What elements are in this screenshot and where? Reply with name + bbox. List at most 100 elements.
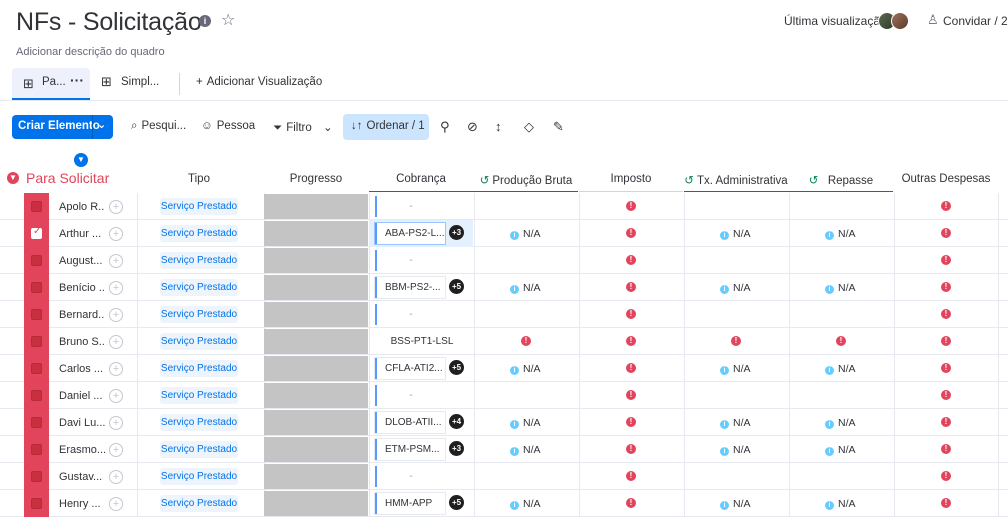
sort-button[interactable]: ↓↑ Ordenar / 1 xyxy=(343,114,429,140)
warning-icon[interactable]: ! xyxy=(941,255,951,265)
formula-value[interactable]: i N/A xyxy=(510,498,541,510)
formula-value[interactable]: i N/A xyxy=(510,282,541,294)
warning-icon[interactable]: ! xyxy=(941,228,951,238)
formula-value[interactable]: i N/A xyxy=(825,363,856,375)
add-update-icon[interactable]: + xyxy=(109,389,123,403)
invite-button[interactable]: Convidar / 2 xyxy=(943,14,1008,28)
table-row[interactable]: Carlos ... + Serviço Prestado CFLA-ATI2... +… xyxy=(0,355,1008,382)
formula-value[interactable]: i N/A xyxy=(510,363,541,375)
more-items-badge[interactable]: +3 xyxy=(449,225,464,240)
column-header-repasse[interactable]: ↺ Repasse xyxy=(789,173,893,187)
edit-icon[interactable]: ✎ xyxy=(553,119,564,135)
warning-icon[interactable]: ! xyxy=(626,201,636,211)
tipo-cell[interactable]: Serviço Prestado xyxy=(160,468,238,485)
warning-icon[interactable]: ! xyxy=(626,417,636,427)
search-button[interactable]: ⌕ Pesqui... xyxy=(131,120,186,133)
warning-icon[interactable]: ! xyxy=(626,444,636,454)
warning-icon[interactable]: ! xyxy=(626,498,636,508)
info-icon[interactable]: i xyxy=(199,15,211,27)
add-update-icon[interactable]: + xyxy=(109,470,123,484)
row-checkbox[interactable] xyxy=(31,282,42,293)
add-update-icon[interactable]: + xyxy=(109,254,123,268)
tipo-cell[interactable]: Serviço Prestado xyxy=(160,279,238,296)
warning-icon[interactable]: ! xyxy=(521,336,531,346)
table-row[interactable]: Erasmo... + Serviço Prestado ETM-PSM... +3 i N… xyxy=(0,436,1008,463)
row-checkbox[interactable] xyxy=(31,336,42,347)
progress-cell[interactable] xyxy=(264,221,368,246)
add-view-button[interactable]: + Adicionar Visualização xyxy=(196,76,322,88)
tipo-cell[interactable]: Serviço Prestado xyxy=(160,198,238,215)
warning-icon[interactable]: ! xyxy=(626,390,636,400)
cobranca-cell[interactable]: - xyxy=(375,466,445,487)
tipo-cell[interactable]: Serviço Prestado xyxy=(160,495,238,512)
tipo-cell[interactable]: Serviço Prestado xyxy=(160,225,238,242)
progress-cell[interactable] xyxy=(264,329,368,354)
table-row[interactable]: Henry ... + Serviço Prestado HMM-APP +5 i N/A!… xyxy=(0,490,1008,517)
tipo-cell[interactable]: Serviço Prestado xyxy=(160,306,238,323)
table-row[interactable]: August... + Serviço Prestado -!! xyxy=(0,247,1008,274)
progress-cell[interactable] xyxy=(264,464,368,489)
add-update-icon[interactable]: + xyxy=(109,443,123,457)
formula-value[interactable]: i N/A xyxy=(510,417,541,429)
warning-icon[interactable]: ! xyxy=(941,336,951,346)
item-name[interactable]: Bernard... xyxy=(59,309,105,321)
item-name[interactable]: Erasmo... xyxy=(59,444,105,456)
warning-icon[interactable]: ! xyxy=(941,363,951,373)
formula-value[interactable]: i N/A xyxy=(720,228,751,240)
table-row[interactable]: Daniel ... + Serviço Prestado -!! xyxy=(0,382,1008,409)
cobranca-cell[interactable]: DLOB-ATII... xyxy=(375,412,445,433)
item-name[interactable]: Bruno S... xyxy=(59,336,105,348)
add-update-icon[interactable]: + xyxy=(109,497,123,511)
more-items-badge[interactable]: +5 xyxy=(449,360,464,375)
row-checkbox[interactable] xyxy=(31,471,42,482)
add-update-icon[interactable]: + xyxy=(109,362,123,376)
formula-value[interactable]: i N/A xyxy=(720,282,751,294)
tipo-cell[interactable]: Serviço Prestado xyxy=(160,252,238,269)
column-header-outras[interactable]: Outras Despesas xyxy=(894,173,998,185)
more-items-badge[interactable]: +5 xyxy=(449,279,464,294)
warning-icon[interactable]: ! xyxy=(731,336,741,346)
column-header-progresso[interactable]: Progresso xyxy=(264,173,368,185)
progress-cell[interactable] xyxy=(264,356,368,381)
item-name[interactable]: Apolo R... xyxy=(59,201,105,213)
warning-icon[interactable]: ! xyxy=(626,228,636,238)
cobranca-cell[interactable]: CFLA-ATI2... xyxy=(375,358,445,379)
warning-icon[interactable]: ! xyxy=(626,255,636,265)
warning-icon[interactable]: ! xyxy=(626,336,636,346)
progress-cell[interactable] xyxy=(264,248,368,273)
more-items-badge[interactable]: +3 xyxy=(449,441,464,456)
cobranca-cell[interactable]: - xyxy=(375,250,445,271)
table-row[interactable]: Gustav... + Serviço Prestado -!! xyxy=(0,463,1008,490)
avatar[interactable] xyxy=(891,12,909,30)
item-name[interactable]: Carlos ... xyxy=(59,363,105,375)
table-row[interactable]: Davi Lu... + Serviço Prestado DLOB-ATII... +… xyxy=(0,409,1008,436)
warning-icon[interactable]: ! xyxy=(626,363,636,373)
star-icon[interactable]: ☆ xyxy=(221,10,235,30)
column-header-tx-admin[interactable]: ↺ Tx. Administrativa xyxy=(684,173,788,187)
more-icon[interactable]: ··· xyxy=(70,72,84,88)
add-update-icon[interactable]: + xyxy=(109,227,123,241)
formula-value[interactable]: i N/A xyxy=(825,417,856,429)
add-update-icon[interactable]: + xyxy=(109,416,123,430)
progress-cell[interactable] xyxy=(264,410,368,435)
formula-value[interactable]: i N/A xyxy=(825,498,856,510)
formula-value[interactable]: i N/A xyxy=(720,444,751,456)
color-fill-icon[interactable]: ◇ xyxy=(524,119,534,135)
pin-icon[interactable]: ⚲ xyxy=(440,119,450,135)
row-checkbox[interactable] xyxy=(31,309,42,320)
progress-cell[interactable] xyxy=(264,302,368,327)
column-header-tipo[interactable]: Tipo xyxy=(168,173,230,185)
board-description[interactable]: Adicionar descrição do quadro xyxy=(16,46,165,58)
table-row[interactable]: Apolo R... + Serviço Prestado -!! xyxy=(0,193,1008,220)
cobranca-cell[interactable]: BBM-PS2-... xyxy=(375,277,445,298)
hide-icon[interactable]: ⊘ xyxy=(467,119,478,135)
add-update-icon[interactable]: + xyxy=(109,200,123,214)
column-header-imposto[interactable]: Imposto xyxy=(579,173,683,185)
warning-icon[interactable]: ! xyxy=(626,282,636,292)
cobranca-cell[interactable]: - xyxy=(375,196,445,217)
cobranca-cell[interactable]: HMM-APP xyxy=(375,493,445,514)
formula-value[interactable]: i N/A xyxy=(825,228,856,240)
cobranca-cell[interactable]: - xyxy=(375,304,445,325)
more-items-badge[interactable]: +5 xyxy=(449,495,464,510)
row-checkbox[interactable] xyxy=(31,390,42,401)
